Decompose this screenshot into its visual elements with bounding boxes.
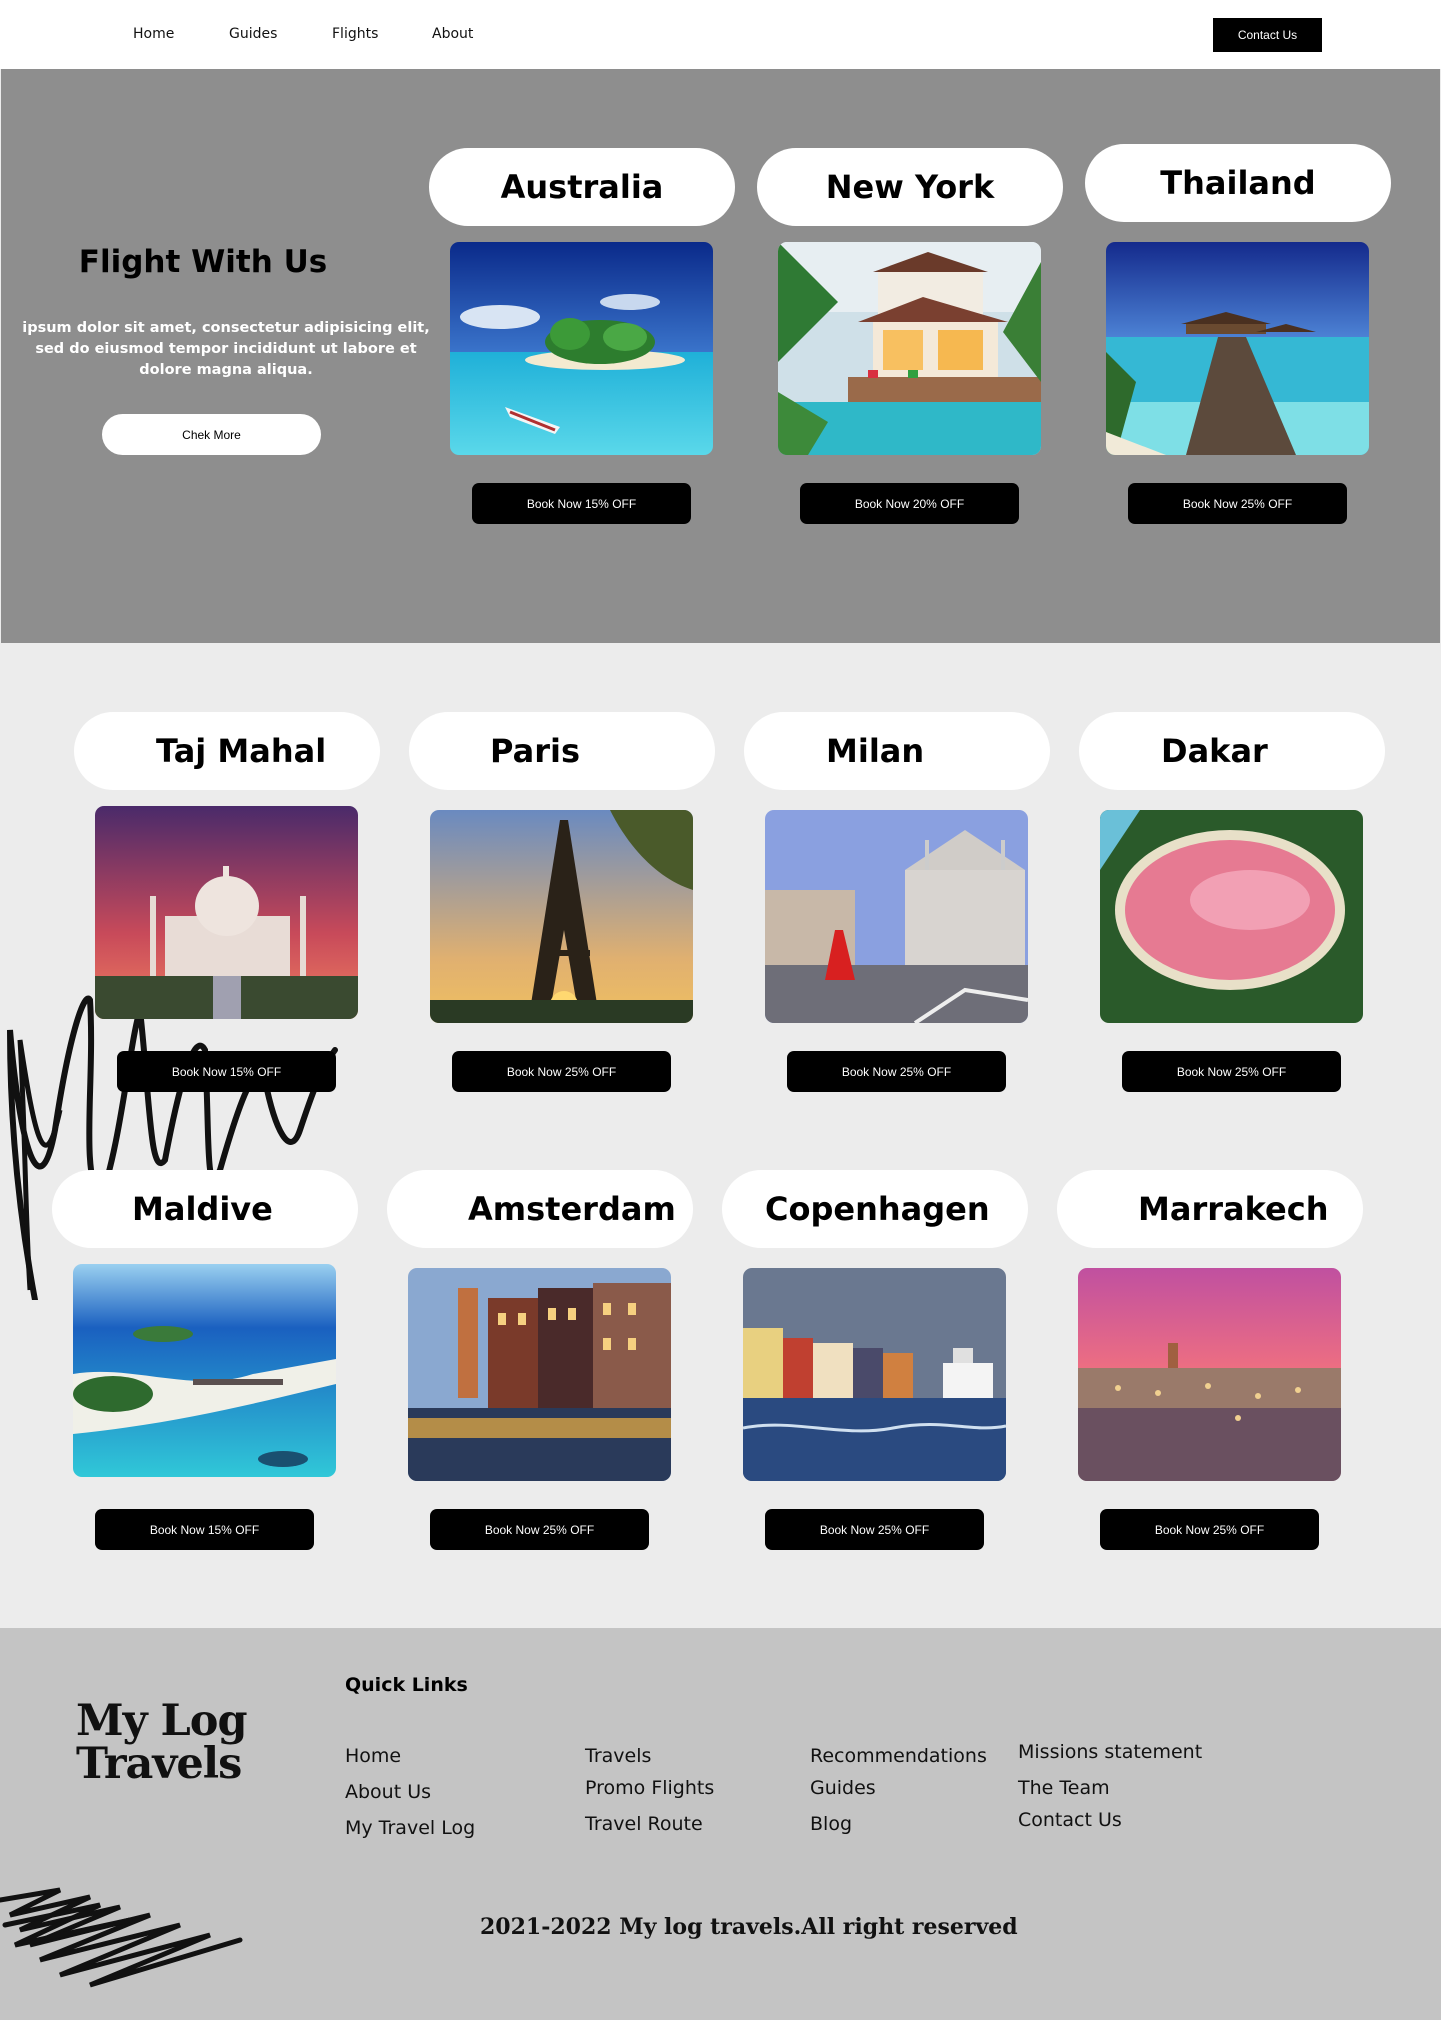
- eiffel-tower-photo: [430, 810, 693, 1023]
- destination-title-taj-mahal: Taj Mahal: [74, 712, 380, 790]
- destination-title-milan: Milan: [744, 712, 1050, 790]
- nav-flights-link[interactable]: Flights: [332, 26, 378, 42]
- pink-lake-photo: [1100, 810, 1363, 1023]
- footer-link-about-us[interactable]: About Us: [345, 1781, 431, 1803]
- copenhagen-harbor-photo: [743, 1268, 1006, 1481]
- marrakech-square-photo: [1078, 1268, 1341, 1481]
- footer-link-home[interactable]: Home: [345, 1745, 401, 1767]
- book-now-paris-button[interactable]: Book Now 25% OFF: [452, 1051, 671, 1092]
- destination-title-copenhagen: Copenhagen: [722, 1170, 1028, 1248]
- nav-guides-link[interactable]: Guides: [229, 26, 277, 42]
- book-now-milan-button[interactable]: Book Now 25% OFF: [787, 1051, 1006, 1092]
- contact-us-button[interactable]: Contact Us: [1213, 18, 1322, 52]
- destination-title-new-york: New York: [757, 148, 1063, 226]
- copyright-text: 2021-2022 My log travels.All right reser…: [480, 1914, 1018, 1940]
- logo-line-1: My Log: [76, 1696, 248, 1746]
- footer-link-guides[interactable]: Guides: [810, 1777, 876, 1799]
- book-now-australia-button[interactable]: Book Now 15% OFF: [472, 483, 691, 524]
- book-now-dakar-button[interactable]: Book Now 25% OFF: [1122, 1051, 1341, 1092]
- footer-link-blog[interactable]: Blog: [810, 1813, 852, 1835]
- footer-link-my-travel-log[interactable]: My Travel Log: [345, 1817, 475, 1839]
- destination-title-thailand: Thailand: [1085, 144, 1391, 222]
- villa-pool-photo: [778, 242, 1041, 455]
- footer-link-recommendations[interactable]: Recommendations: [810, 1745, 987, 1767]
- destination-title-amsterdam: Amsterdam: [387, 1170, 693, 1248]
- book-now-maldive-button[interactable]: Book Now 15% OFF: [95, 1509, 314, 1550]
- footer-link-the-team[interactable]: The Team: [1018, 1777, 1110, 1799]
- destination-title-australia: Australia: [429, 148, 735, 226]
- book-now-amsterdam-button[interactable]: Book Now 25% OFF: [430, 1509, 649, 1550]
- hero-title: Flight With Us: [78, 244, 328, 280]
- footer-link-travels[interactable]: Travels: [585, 1745, 651, 1767]
- book-now-marrakech-button[interactable]: Book Now 25% OFF: [1100, 1509, 1319, 1550]
- book-now-thailand-button[interactable]: Book Now 25% OFF: [1128, 483, 1347, 524]
- logo-line-2: Travels: [76, 1739, 242, 1789]
- site-logo[interactable]: My Log Travels: [76, 1696, 248, 1789]
- footer-scribble-decoration: [0, 1887, 243, 1988]
- footer-link-travel-route[interactable]: Travel Route: [585, 1813, 703, 1835]
- overwater-bungalow-photo: [1106, 242, 1369, 455]
- book-now-copenhagen-button[interactable]: Book Now 25% OFF: [765, 1509, 984, 1550]
- footer-link-promo-flights[interactable]: Promo Flights: [585, 1777, 714, 1799]
- milan-cathedral-photo: [765, 810, 1028, 1023]
- destination-title-paris: Paris: [409, 712, 715, 790]
- footer-link-contact-us[interactable]: Contact Us: [1018, 1809, 1122, 1831]
- book-now-new-york-button[interactable]: Book Now 20% OFF: [800, 483, 1019, 524]
- destination-title-maldive: Maldive: [52, 1170, 358, 1248]
- destination-title-marrakech: Marrakech: [1057, 1170, 1363, 1248]
- hero-text: ipsum dolor sit amet, consectetur adipis…: [22, 320, 430, 378]
- amsterdam-canal-photo: [408, 1268, 671, 1481]
- scribble-decoration: [7, 995, 338, 1300]
- nav-about-link[interactable]: About: [432, 26, 473, 42]
- tropical-island-photo: [450, 242, 713, 455]
- book-now-taj-mahal-button[interactable]: Book Now 15% OFF: [117, 1051, 336, 1092]
- check-more-button[interactable]: Chek More: [102, 414, 321, 455]
- destination-title-dakar: Dakar: [1079, 712, 1385, 790]
- top-nav: Home Guides Flights About Contact Us: [0, 0, 1441, 69]
- footer-link-missions-statement[interactable]: Missions statement: [1018, 1741, 1202, 1763]
- quick-links-title: Quick Links: [345, 1674, 468, 1696]
- nav-home-link[interactable]: Home: [133, 26, 174, 42]
- maldives-aerial-photo: [73, 1264, 336, 1477]
- taj-mahal-photo: [95, 806, 358, 1019]
